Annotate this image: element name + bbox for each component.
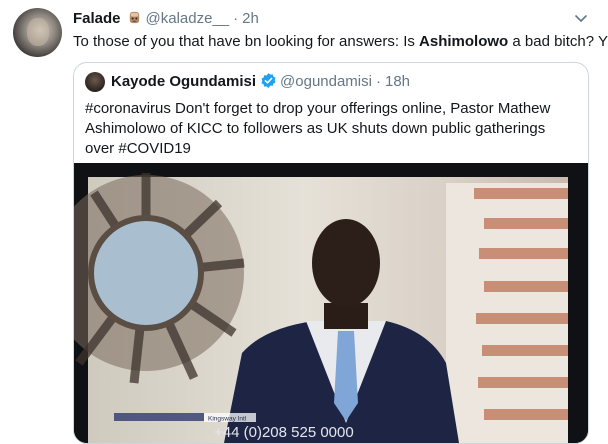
tweet-text-end: a bad bitch? YES xyxy=(512,33,608,50)
tweet-timestamp[interactable]: 2h xyxy=(242,10,259,27)
verified-badge-icon xyxy=(261,73,276,88)
striped-panel xyxy=(446,183,568,443)
quoted-author-avatar[interactable] xyxy=(85,72,105,92)
author-avatar[interactable] xyxy=(13,8,62,57)
video-player[interactable]: Kingsway Intl +44 (0)208 525 0000 xyxy=(74,163,588,443)
chevron-down-icon[interactable] xyxy=(573,10,589,26)
quoted-tweet-header: Kayode Ogundamisi @ogundamisi · 18h xyxy=(111,72,410,92)
quoted-tweet-text: #coronavirus Don't forget to drop your o… xyxy=(85,100,551,157)
tweet-text-bold: Ashimolowo xyxy=(419,33,509,50)
tweet[interactable]: Falade @kaladze__ · 2h To those of you tha… xyxy=(0,0,608,444)
author-display-name[interactable]: Falade xyxy=(73,10,121,27)
video-frame: Kingsway Intl +44 (0)208 525 0000 xyxy=(74,163,588,443)
author-handle[interactable]: @kaladze__ xyxy=(146,10,230,27)
quoted-separator-dot: · xyxy=(375,73,381,90)
quoted-tweet-timestamp[interactable]: 18h xyxy=(385,73,410,90)
quoted-author-handle[interactable]: @ogundamisi xyxy=(280,73,372,90)
quoted-author-display-name[interactable]: Kayode Ogundamisi xyxy=(111,73,256,90)
tweet-text-start: To those of you that have bn looking for… xyxy=(73,33,420,50)
video-caption-text: Kingsway Intl xyxy=(208,416,247,423)
separator-dot: · xyxy=(233,10,239,27)
quoted-tweet[interactable]: Kayode Ogundamisi @ogundamisi · 18h #coron… xyxy=(73,62,589,444)
video-phone-overlay: +44 (0)208 525 0000 xyxy=(214,424,354,441)
tweet-header: Falade @kaladze__ · 2h xyxy=(73,9,259,29)
emoji-badge-icon xyxy=(129,11,139,24)
tweet-text: To those of you that have bn looking for… xyxy=(73,32,608,52)
